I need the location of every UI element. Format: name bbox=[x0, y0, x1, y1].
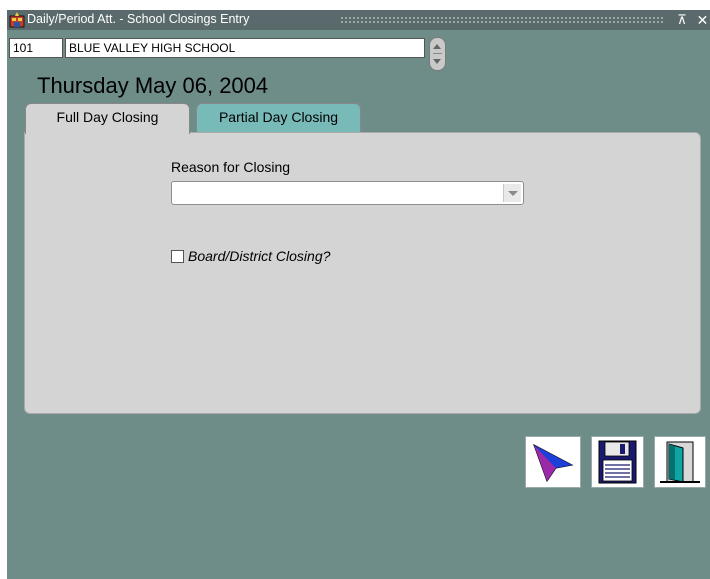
maximize-icon[interactable]: ⊼ bbox=[674, 11, 690, 29]
school-code-field[interactable]: 101 bbox=[9, 38, 63, 58]
scroll-up-icon bbox=[433, 44, 441, 49]
tab-full-day-closing[interactable]: Full Day Closing bbox=[25, 103, 190, 134]
title-bar[interactable]: Daily/Period Att. - School Closings Entr… bbox=[7, 10, 710, 30]
select-button[interactable] bbox=[525, 436, 581, 488]
scroll-divider bbox=[433, 53, 442, 54]
arrow-cursor-icon bbox=[533, 443, 574, 483]
chevron-down-icon bbox=[508, 191, 518, 196]
app-icon bbox=[9, 12, 25, 28]
window-title: Daily/Period Att. - School Closings Entr… bbox=[27, 12, 250, 26]
board-closing-checkbox[interactable] bbox=[171, 250, 184, 263]
tab-partial-day-closing[interactable]: Partial Day Closing bbox=[196, 103, 361, 132]
exit-door-icon bbox=[660, 441, 700, 483]
scroll-down-icon bbox=[433, 59, 441, 64]
floppy-disk-icon bbox=[598, 440, 637, 484]
reason-for-closing-select[interactable] bbox=[171, 181, 524, 205]
close-icon[interactable]: ✕ bbox=[695, 11, 710, 29]
title-grip-pattern bbox=[340, 16, 664, 25]
dropdown-button[interactable] bbox=[503, 184, 521, 202]
record-scroll-button[interactable] bbox=[429, 37, 446, 71]
reason-for-closing-label: Reason for Closing bbox=[171, 159, 291, 175]
app-window: Daily/Period Att. - School Closings Entr… bbox=[7, 10, 710, 579]
date-heading: Thursday May 06, 2004 bbox=[37, 73, 269, 98]
closing-form-panel: Reason for Closing Board/District Closin… bbox=[24, 132, 701, 414]
school-name-field[interactable]: BLUE VALLEY HIGH SCHOOL bbox=[65, 38, 425, 58]
exit-button[interactable] bbox=[654, 436, 706, 488]
save-button[interactable] bbox=[591, 436, 644, 488]
board-closing-label: Board/District Closing? bbox=[188, 248, 331, 264]
